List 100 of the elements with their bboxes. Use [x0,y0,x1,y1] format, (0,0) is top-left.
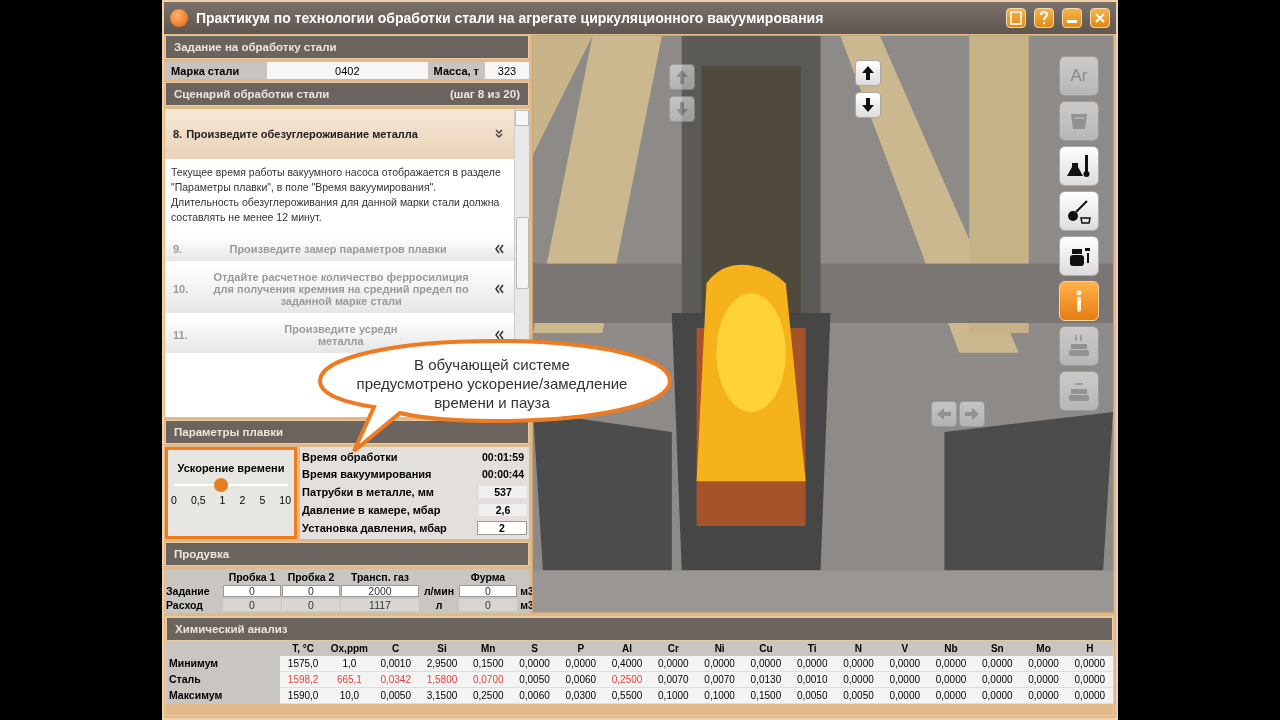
column-header: Трансп. газ [349,571,411,583]
table-cell: 10,0 [326,688,373,704]
chevron-icon[interactable] [494,129,504,139]
reading-label: Время вакуумирования [302,468,432,481]
pressure-input[interactable]: 2 [477,521,527,536]
column-header: Cr [650,641,697,656]
step-number: 10. [173,283,189,295]
table-cell: 0 [282,599,340,611]
close-button[interactable] [1090,8,1110,28]
table-cell: 0,0000 [835,672,882,688]
input-field[interactable]: 2000 [341,585,419,597]
chevron-icon[interactable] [494,244,504,254]
table-cell: 1575,0 [280,656,327,672]
table-cell: 0,0000 [881,656,928,672]
table-cell: 3,1500 [418,688,466,704]
table-cell: 0 [459,599,517,611]
table-cell: 0,0000 [881,672,928,688]
step-title: Отдайте расчетное количество ферросилиция [212,271,470,283]
table-cell: 1,5800 [418,672,466,688]
field-label: Марка стали [165,62,267,79]
column-header: V [881,641,928,656]
reading-label: Патрубки в металле, мм [302,486,434,498]
column-header: S [511,641,558,656]
input-field[interactable]: 0 [282,585,340,597]
tick-label: 2 [239,494,246,506]
tooltip-text: предусмотрено ускорение/замедление [355,374,629,393]
row-label: Минимум [166,656,280,672]
table-cell: 0,0000 [696,656,743,672]
column-header: Nb [927,641,975,656]
table-cell: 0,0000 [650,656,697,672]
app-logo-icon [170,9,188,27]
column-header: Фурма [469,571,507,583]
step-title: Произведите замер параметров плавки [228,243,448,255]
table-cell: 0,0050 [372,688,419,704]
table-cell: 1590,0 [280,688,327,704]
table-cell: 0,0342 [372,672,419,688]
table-cell: 0,2500 [603,672,651,688]
shovel-icon [1066,198,1092,224]
tool-button[interactable] [1059,191,1099,231]
column-header: Ni [696,641,743,656]
step-title: для получения кремния на средний предел по [212,283,470,295]
table-cell: 1117 [341,599,419,611]
column-header: Ox,ppm [326,641,373,656]
table-cell: 0,5500 [603,688,651,704]
minimize-button[interactable] [1062,8,1082,28]
step-description: Длительность обезуглероживания для данной марки стали должна составлять не менее 12 минут. [171,195,501,225]
table-cell: 0 [223,599,281,611]
column-header: C [372,641,419,656]
table-cell: 0,1000 [650,688,697,704]
tick-label: 0 [171,494,177,506]
tool-button[interactable] [1059,236,1099,276]
table-cell: 0,0000 [974,672,1021,688]
tool-button[interactable] [1059,146,1099,186]
step-header[interactable]: 8. Произведите обезуглероживание металла [165,109,514,159]
help-button[interactable] [1034,8,1054,28]
slider-thumb[interactable] [214,478,228,492]
table-cell: 0,0050 [511,672,558,688]
table-cell: 1,0 [326,656,373,672]
chevron-icon[interactable] [494,284,504,294]
column-header: Si [418,641,466,656]
input-field[interactable]: 0 [223,585,281,597]
arrow-left-icon [935,405,953,423]
column-header: Al [603,641,651,656]
arrow-button[interactable] [855,60,881,86]
arrow-button[interactable] [855,92,881,118]
table-cell: 0,0000 [974,688,1021,704]
reading-value: 537 [479,486,527,498]
column-header: P [557,641,604,656]
row-label: Сталь [166,672,280,688]
table-cell: 0,0060 [557,672,604,688]
mass-field: 323 [485,62,529,79]
arrow-down-icon [673,100,691,118]
column-header: Ti [789,641,836,656]
section-title: Сценарий обработки стали [174,88,330,100]
column-header: Пробка 1 [227,571,277,583]
table-cell: 0,0010 [789,672,836,688]
table-cell: 0,0070 [696,672,743,688]
tick-label: 10 [279,494,291,506]
table-cell: 0,1500 [742,688,790,704]
table-cell: 0,0000 [1066,656,1113,672]
step-title: заданной марке стали [279,295,403,307]
tooltip-text: В обучающей системе [413,355,571,374]
table-cell: 1598,2 [280,672,327,688]
input-field[interactable]: 0 [459,585,517,597]
info-icon [1076,290,1082,312]
step-number: 8. [173,128,183,140]
table-cell: 0,0010 [372,656,419,672]
step-counter: (шаг 8 из 20) [450,88,520,100]
table-cell: 0,1000 [696,688,743,704]
arrow-down-icon [859,96,877,114]
table-cell: 0,0000 [974,656,1021,672]
row-label: Задание [166,585,211,597]
notes-button[interactable] [1006,8,1026,28]
table-cell: 0,0000 [927,656,975,672]
reading-value: 2,6 [479,503,527,516]
section-title: Параметры плавки [174,426,284,438]
chevron-icon[interactable] [494,330,504,340]
table-cell: 0,0700 [465,672,512,688]
table-cell: 0,4000 [603,656,651,672]
column-header: Mn [465,641,512,656]
